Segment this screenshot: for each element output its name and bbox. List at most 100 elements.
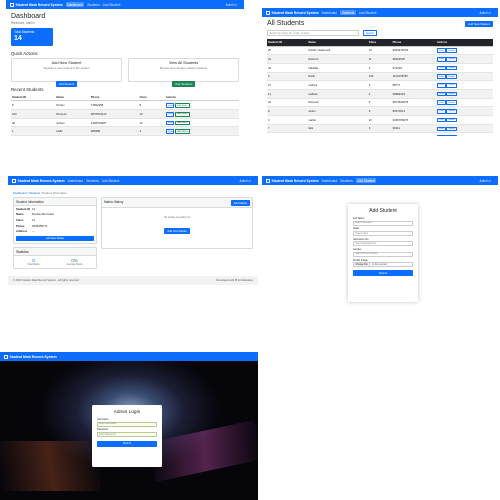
table-row: 8 Arshu 8 86970013 View Delete [267,106,493,116]
submit-button[interactable]: Submit [353,270,413,276]
actions-cell: View Add Marks [164,100,239,111]
button-wrap: Add New Marks [14,234,96,243]
nav-add-student[interactable]: Add Student [102,179,120,183]
view-button[interactable]: View [436,100,446,106]
nav-add-student[interactable]: Add Student [359,11,377,15]
laptop-background-image: Admin Login Username Enter Username Pass… [0,361,258,500]
navbar: Student Mark Record System Dashboard Stu… [262,8,498,17]
delete-button[interactable]: Delete [446,109,457,114]
add-new-marks-button[interactable]: Add New Marks [16,235,94,242]
col-name: Name [307,39,368,47]
stat-value: 14 [14,35,22,42]
col-student-id: Student ID [11,94,56,102]
delete-button[interactable]: Delete [446,126,457,132]
add-marks-button[interactable]: Add Marks [175,120,190,126]
nav-user-menu[interactable]: Admin ▾ [225,3,237,7]
nav-user-menu[interactable]: Admin ▾ [479,179,491,183]
col-phone: Phone [89,94,139,102]
card-title: View All Students [168,61,199,65]
panel-heading: Statistics [14,248,96,257]
card-desc: Browse and manage existing students [159,66,208,70]
chevron-down-icon: ⌄ [408,233,411,236]
nav-brand[interactable]: Student Mark Record System [10,2,63,7]
nav-user-menu[interactable]: Admin ▾ [479,11,491,15]
nav-brand[interactable]: Student Mark Record System [12,178,65,183]
cell: 9594378794 [391,46,436,56]
delete-button[interactable]: Delete [446,83,457,88]
students-body: All Students Add New Student Search by n… [262,17,498,136]
add-marks-button[interactable]: Add Marks [175,129,190,134]
cell: 11 [367,54,392,64]
nav-brand[interactable]: Student Mark Record System [4,354,57,359]
nav-user-menu[interactable]: Admin ▾ [239,179,251,183]
password-input[interactable]: Enter Password [97,431,157,437]
view-button[interactable]: View [436,83,446,88]
cell: 5 [267,72,308,82]
breadcrumb-dashboard[interactable]: Dashboard [13,191,27,195]
view-button[interactable]: View [165,120,175,126]
cell: 10 [138,109,165,119]
delete-button[interactable]: Delete [446,74,457,80]
add-marks-button[interactable]: Add Marks [175,111,190,117]
cell: Rohan [55,100,90,111]
delete-button[interactable]: Delete [446,100,457,106]
delete-button[interactable]: Delete [446,65,457,71]
delete-button[interactable]: Delete [446,117,457,123]
nav-students[interactable]: Students [340,10,356,15]
class-select[interactable]: Select Class ⌄ [353,230,413,236]
view-button[interactable]: View [436,91,446,97]
quick-actions-heading: Quick Actions [11,51,38,56]
view-button[interactable]: View [436,109,446,114]
search-input[interactable]: Search by name, ID, email, or class... [267,30,359,37]
view-button[interactable]: View [436,117,446,123]
view-button[interactable]: View [436,48,446,54]
nav-students[interactable]: Students [340,179,353,183]
col-actions: Actions [435,39,493,47]
nav-add-student[interactable]: Add Student [103,3,121,7]
nav-brand[interactable]: Student Mark Record System [266,178,319,183]
breadcrumb-students[interactable]: Students [29,191,40,195]
add-first-marks-button[interactable]: Add First Marks [164,228,190,234]
nav-students[interactable]: Students [87,3,100,7]
add-marks-button[interactable]: Add Marks [175,103,190,108]
search-button[interactable]: Search [363,30,377,37]
view-button[interactable]: View [436,57,446,62]
view-students-button[interactable]: View Students [171,81,196,87]
gender-select[interactable]: Select Phone Number ⌄ [353,251,413,257]
view-button[interactable]: View [165,129,175,134]
nav-brand[interactable]: Student Mark Record System [266,10,319,15]
view-button[interactable]: View [436,135,446,136]
delete-button[interactable]: Delete [446,135,457,136]
login-screen: Student Mark Record System Admin Login U… [0,352,258,500]
choose-file-button[interactable]: Choose File [353,262,371,268]
delete-button[interactable]: Delete [446,48,457,54]
nav-add-student[interactable]: Add Student [355,178,377,183]
add-marks-button[interactable]: Add Marks [230,199,250,206]
cell: 88777 [391,80,436,90]
file-input[interactable]: Choose File no file selected [353,262,413,268]
add-student-button[interactable]: Add Student [55,81,78,87]
login-submit-button[interactable]: Submit [97,440,157,447]
view-button[interactable]: View [436,74,446,80]
view-button[interactable]: View [165,111,175,117]
graduation-cap-icon [12,178,16,183]
nav-dashboard[interactable]: Dashboard [68,179,84,183]
full-name-input[interactable]: Enter Full Name [353,220,413,226]
table-row: 8 Rohan 74892358 8 View Add Marks [11,100,239,111]
add-new-student-button[interactable]: Add New Student [465,20,493,27]
delete-button[interactable]: Delete [446,57,457,62]
cell: 8 [367,106,392,116]
delete-button[interactable]: Delete [446,91,457,97]
admission-select[interactable]: Select Admission No ⌄ [353,241,413,247]
username-input[interactable]: Enter Username [97,421,157,427]
nav-dashboard[interactable]: Dashboard [322,11,338,15]
navbar: Student Mark Record System Dashboard Stu… [6,0,244,9]
nav-dashboard[interactable]: Dashboard [322,179,338,183]
nav-dashboard[interactable]: Dashboard [65,2,85,7]
nav-students[interactable]: Students [86,179,99,183]
add-student-screen: Student Mark Record System Dashboard Stu… [262,176,498,316]
view-button[interactable]: View [436,126,446,132]
view-button[interactable]: View [165,103,175,108]
label-profile-image: Profile Image [353,258,368,262]
view-button[interactable]: View [436,65,446,71]
